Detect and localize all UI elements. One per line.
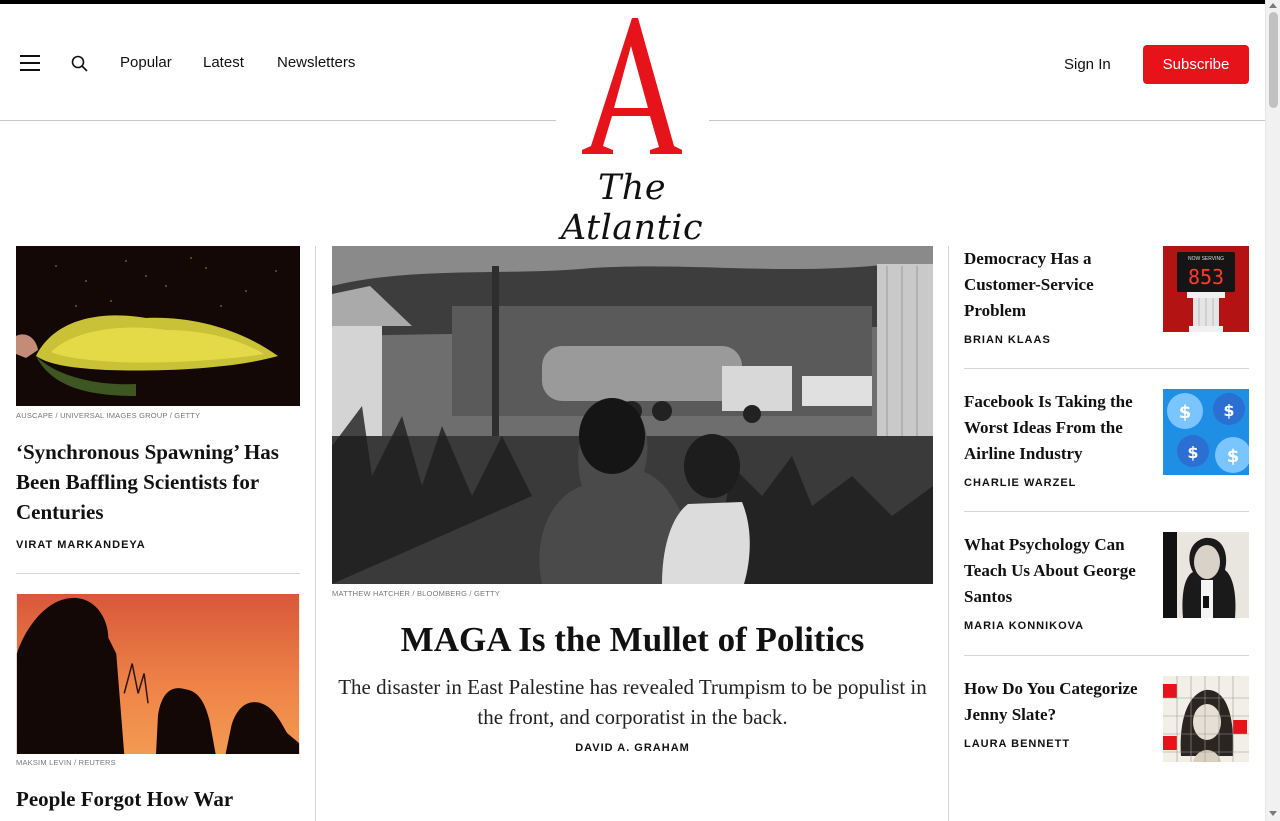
story-byline[interactable]: MARIA KONNIKOVA — [964, 620, 1249, 632]
image-credit: MATTHEW HATCHER / BLOOMBERG / GETTY — [332, 589, 500, 598]
search-icon[interactable] — [70, 54, 90, 74]
svg-text:$: $ — [1223, 401, 1234, 420]
story-title[interactable]: ‘Synchronous Spawning’ Has Been Baffling… — [16, 437, 300, 527]
image-credit: MAKSIM LEVIN / REUTERS — [16, 758, 116, 767]
main-story: MATTHEW HATCHER / BLOOMBERG / GETTY MAGA… — [332, 246, 933, 754]
subscribe-button[interactable]: Subscribe — [1143, 45, 1249, 84]
left-story-1: AUSCAPE / UNIVERSAL IMAGES GROUP / GETTY… — [16, 246, 300, 551]
svg-text:$: $ — [1187, 443, 1198, 462]
right-story-1: Democracy Has a Customer-Service Problem… — [964, 246, 1249, 346]
page-scrollbar[interactable] — [1265, 0, 1280, 821]
right-story-4: How Do You Categorize Jenny Slate? LAURA… — [964, 676, 1249, 762]
nav-link-popular[interactable]: Popular — [120, 54, 172, 71]
column-divider-right — [948, 246, 949, 821]
right-story-3: What Psychology Can Teach Us About Georg… — [964, 532, 1249, 632]
soldiers-silhouette-image[interactable] — [16, 594, 300, 754]
story-title[interactable]: What Psychology Can Teach Us About Georg… — [964, 532, 1144, 610]
east-palestine-photo[interactable] — [332, 246, 933, 584]
george-santos-image[interactable] — [1163, 532, 1249, 618]
story-byline[interactable]: CHARLIE WARZEL — [964, 477, 1249, 489]
left-story-2: MAKSIM LEVIN / REUTERS People Forgot How… — [16, 594, 300, 821]
scrollbar-thumb[interactable] — [1269, 12, 1278, 108]
right-story-divider — [964, 511, 1249, 512]
svg-text:$: $ — [1227, 446, 1240, 467]
right-story-divider — [964, 368, 1249, 369]
coral-spawning-image[interactable] — [16, 246, 300, 406]
scroll-down-arrow-icon[interactable] — [1269, 811, 1277, 816]
scroll-up-arrow-icon[interactable] — [1269, 3, 1277, 8]
header-divider-left — [0, 120, 556, 121]
main-story-title[interactable]: MAGA Is the Mullet of Politics — [332, 620, 933, 660]
story-title[interactable]: People Forgot How War Actually — [16, 784, 300, 821]
jenny-slate-grid-image[interactable] — [1163, 676, 1249, 762]
left-story-divider — [16, 573, 300, 574]
hamburger-menu-icon[interactable] — [18, 52, 42, 72]
counter-number: 853 — [1188, 265, 1224, 289]
now-serving-label: NOW SERVING — [1188, 256, 1224, 262]
atlantic-wordmark[interactable]: The Atlantic — [540, 168, 724, 248]
atlantic-logo-a-icon[interactable] — [580, 12, 684, 157]
story-title[interactable]: How Do You Categorize Jenny Slate? — [964, 676, 1144, 728]
image-credit: AUSCAPE / UNIVERSAL IMAGES GROUP / GETTY — [16, 411, 201, 420]
main-story-byline[interactable]: DAVID A. GRAHAM — [332, 742, 933, 754]
main-story-dek: The disaster in East Palestine has revea… — [338, 675, 927, 729]
story-title[interactable]: Democracy Has a Customer-Service Problem — [964, 246, 1144, 324]
dollar-badges-image[interactable]: $ $ $ $ — [1163, 389, 1249, 475]
column-divider-left — [315, 246, 316, 821]
now-serving-counter-image[interactable]: NOW SERVING 853 — [1163, 246, 1249, 332]
nav-link-latest[interactable]: Latest — [203, 54, 244, 71]
story-byline[interactable]: VIRAT MARKANDEYA — [16, 539, 300, 551]
nav-link-newsletters[interactable]: Newsletters — [277, 54, 355, 71]
right-story-2: Facebook Is Taking the Worst Ideas From … — [964, 389, 1249, 489]
sign-in-link[interactable]: Sign In — [1064, 56, 1111, 73]
right-story-divider — [964, 655, 1249, 656]
story-title[interactable]: Facebook Is Taking the Worst Ideas From … — [964, 389, 1144, 467]
svg-text:$: $ — [1179, 402, 1192, 423]
story-byline[interactable]: BRIAN KLAAS — [964, 334, 1249, 346]
header-divider-right — [709, 120, 1265, 121]
